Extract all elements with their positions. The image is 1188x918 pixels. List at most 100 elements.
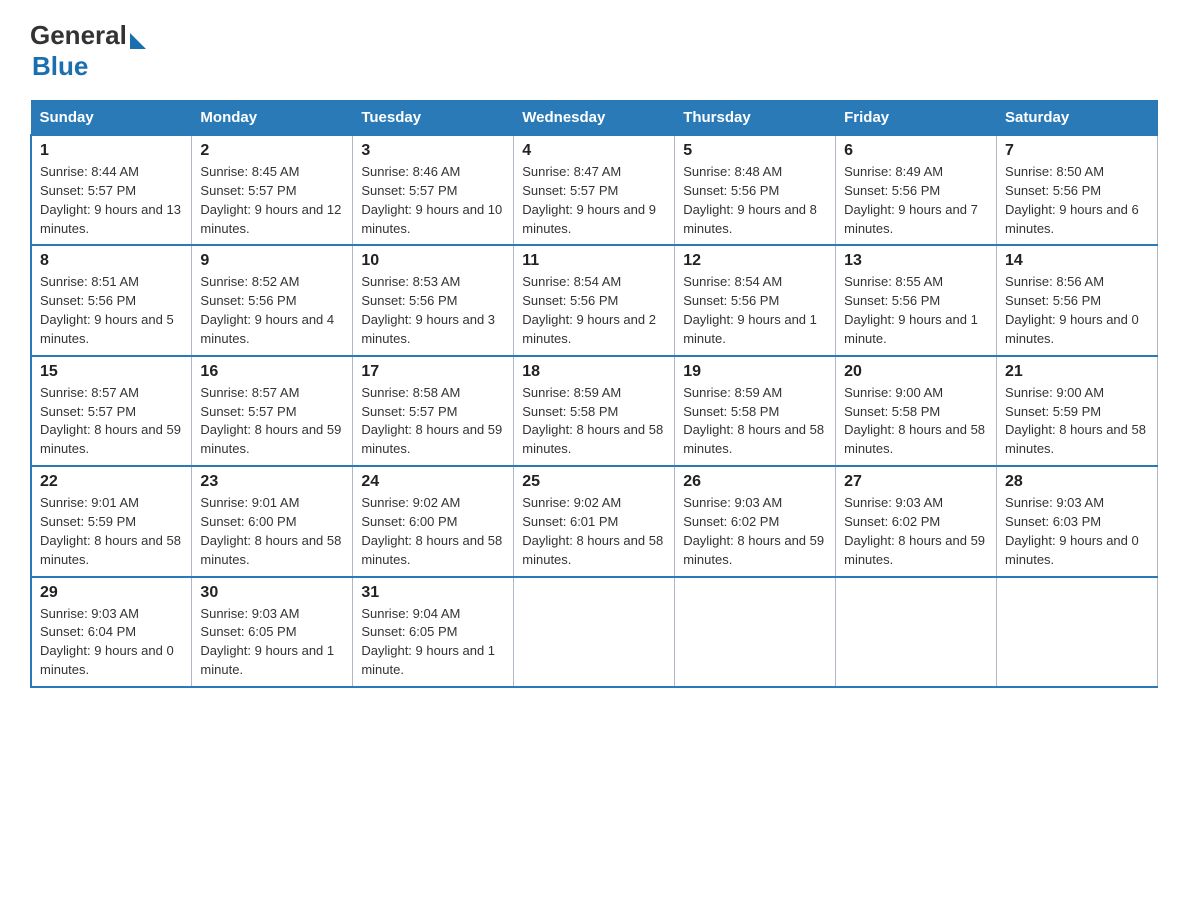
calendar-cell: [514, 577, 675, 687]
calendar-week-row: 1 Sunrise: 8:44 AMSunset: 5:57 PMDayligh…: [31, 135, 1158, 245]
day-info: Sunrise: 8:58 AMSunset: 5:57 PMDaylight:…: [361, 385, 502, 457]
day-info: Sunrise: 9:03 AMSunset: 6:02 PMDaylight:…: [683, 495, 824, 567]
day-number: 18: [522, 363, 666, 381]
day-number: 5: [683, 142, 827, 160]
calendar-cell: 17 Sunrise: 8:58 AMSunset: 5:57 PMDaylig…: [353, 356, 514, 466]
calendar-cell: 23 Sunrise: 9:01 AMSunset: 6:00 PMDaylig…: [192, 466, 353, 576]
day-number: 4: [522, 142, 666, 160]
day-info: Sunrise: 8:47 AMSunset: 5:57 PMDaylight:…: [522, 164, 656, 236]
day-number: 12: [683, 252, 827, 270]
logo-triangle-icon: [130, 33, 146, 49]
day-number: 9: [200, 252, 344, 270]
day-info: Sunrise: 8:55 AMSunset: 5:56 PMDaylight:…: [844, 274, 978, 346]
day-info: Sunrise: 9:01 AMSunset: 5:59 PMDaylight:…: [40, 495, 181, 567]
calendar-cell: 12 Sunrise: 8:54 AMSunset: 5:56 PMDaylig…: [675, 245, 836, 355]
calendar-cell: 26 Sunrise: 9:03 AMSunset: 6:02 PMDaylig…: [675, 466, 836, 576]
day-info: Sunrise: 8:54 AMSunset: 5:56 PMDaylight:…: [522, 274, 656, 346]
calendar-cell: [675, 577, 836, 687]
day-info: Sunrise: 8:56 AMSunset: 5:56 PMDaylight:…: [1005, 274, 1139, 346]
day-number: 20: [844, 363, 988, 381]
day-number: 7: [1005, 142, 1149, 160]
weekday-header-friday: Friday: [836, 101, 997, 136]
calendar-cell: 25 Sunrise: 9:02 AMSunset: 6:01 PMDaylig…: [514, 466, 675, 576]
calendar-week-row: 29 Sunrise: 9:03 AMSunset: 6:04 PMDaylig…: [31, 577, 1158, 687]
weekday-header-tuesday: Tuesday: [353, 101, 514, 136]
calendar-cell: 22 Sunrise: 9:01 AMSunset: 5:59 PMDaylig…: [31, 466, 192, 576]
calendar-cell: 4 Sunrise: 8:47 AMSunset: 5:57 PMDayligh…: [514, 135, 675, 245]
day-number: 23: [200, 473, 344, 491]
calendar-cell: 6 Sunrise: 8:49 AMSunset: 5:56 PMDayligh…: [836, 135, 997, 245]
day-info: Sunrise: 9:02 AMSunset: 6:01 PMDaylight:…: [522, 495, 663, 567]
day-number: 21: [1005, 363, 1149, 381]
calendar-cell: 28 Sunrise: 9:03 AMSunset: 6:03 PMDaylig…: [997, 466, 1158, 576]
logo-blue-text: Blue: [32, 51, 88, 82]
weekday-header-sunday: Sunday: [31, 101, 192, 136]
day-info: Sunrise: 8:57 AMSunset: 5:57 PMDaylight:…: [40, 385, 181, 457]
logo-general-text: General: [30, 20, 127, 51]
weekday-header-thursday: Thursday: [675, 101, 836, 136]
calendar-cell: 29 Sunrise: 9:03 AMSunset: 6:04 PMDaylig…: [31, 577, 192, 687]
day-info: Sunrise: 8:53 AMSunset: 5:56 PMDaylight:…: [361, 274, 495, 346]
calendar-cell: 31 Sunrise: 9:04 AMSunset: 6:05 PMDaylig…: [353, 577, 514, 687]
calendar-cell: 20 Sunrise: 9:00 AMSunset: 5:58 PMDaylig…: [836, 356, 997, 466]
calendar-cell: 3 Sunrise: 8:46 AMSunset: 5:57 PMDayligh…: [353, 135, 514, 245]
weekday-header-monday: Monday: [192, 101, 353, 136]
calendar-table: SundayMondayTuesdayWednesdayThursdayFrid…: [30, 100, 1158, 688]
day-number: 25: [522, 473, 666, 491]
day-info: Sunrise: 8:45 AMSunset: 5:57 PMDaylight:…: [200, 164, 341, 236]
day-number: 16: [200, 363, 344, 381]
calendar-cell: [997, 577, 1158, 687]
page-header: General Blue: [30, 20, 1158, 82]
day-number: 14: [1005, 252, 1149, 270]
day-info: Sunrise: 9:00 AMSunset: 5:59 PMDaylight:…: [1005, 385, 1146, 457]
day-number: 31: [361, 584, 505, 602]
day-info: Sunrise: 9:02 AMSunset: 6:00 PMDaylight:…: [361, 495, 502, 567]
calendar-week-row: 22 Sunrise: 9:01 AMSunset: 5:59 PMDaylig…: [31, 466, 1158, 576]
calendar-cell: 27 Sunrise: 9:03 AMSunset: 6:02 PMDaylig…: [836, 466, 997, 576]
calendar-cell: 24 Sunrise: 9:02 AMSunset: 6:00 PMDaylig…: [353, 466, 514, 576]
day-info: Sunrise: 8:52 AMSunset: 5:56 PMDaylight:…: [200, 274, 334, 346]
calendar-week-row: 8 Sunrise: 8:51 AMSunset: 5:56 PMDayligh…: [31, 245, 1158, 355]
day-number: 29: [40, 584, 183, 602]
day-number: 30: [200, 584, 344, 602]
calendar-cell: 18 Sunrise: 8:59 AMSunset: 5:58 PMDaylig…: [514, 356, 675, 466]
calendar-cell: 5 Sunrise: 8:48 AMSunset: 5:56 PMDayligh…: [675, 135, 836, 245]
day-number: 2: [200, 142, 344, 160]
calendar-week-row: 15 Sunrise: 8:57 AMSunset: 5:57 PMDaylig…: [31, 356, 1158, 466]
day-info: Sunrise: 8:57 AMSunset: 5:57 PMDaylight:…: [200, 385, 341, 457]
day-info: Sunrise: 9:03 AMSunset: 6:05 PMDaylight:…: [200, 606, 334, 678]
day-number: 27: [844, 473, 988, 491]
calendar-cell: 16 Sunrise: 8:57 AMSunset: 5:57 PMDaylig…: [192, 356, 353, 466]
day-info: Sunrise: 8:51 AMSunset: 5:56 PMDaylight:…: [40, 274, 174, 346]
day-info: Sunrise: 8:59 AMSunset: 5:58 PMDaylight:…: [683, 385, 824, 457]
day-info: Sunrise: 8:46 AMSunset: 5:57 PMDaylight:…: [361, 164, 502, 236]
day-number: 6: [844, 142, 988, 160]
day-number: 28: [1005, 473, 1149, 491]
calendar-cell: 30 Sunrise: 9:03 AMSunset: 6:05 PMDaylig…: [192, 577, 353, 687]
logo: General Blue: [30, 20, 146, 82]
day-number: 8: [40, 252, 183, 270]
day-info: Sunrise: 9:03 AMSunset: 6:04 PMDaylight:…: [40, 606, 174, 678]
calendar-cell: 11 Sunrise: 8:54 AMSunset: 5:56 PMDaylig…: [514, 245, 675, 355]
calendar-cell: 14 Sunrise: 8:56 AMSunset: 5:56 PMDaylig…: [997, 245, 1158, 355]
day-info: Sunrise: 8:59 AMSunset: 5:58 PMDaylight:…: [522, 385, 663, 457]
calendar-cell: [836, 577, 997, 687]
day-number: 26: [683, 473, 827, 491]
weekday-header-row: SundayMondayTuesdayWednesdayThursdayFrid…: [31, 101, 1158, 136]
day-info: Sunrise: 9:04 AMSunset: 6:05 PMDaylight:…: [361, 606, 495, 678]
day-info: Sunrise: 8:48 AMSunset: 5:56 PMDaylight:…: [683, 164, 817, 236]
day-info: Sunrise: 8:54 AMSunset: 5:56 PMDaylight:…: [683, 274, 817, 346]
weekday-header-wednesday: Wednesday: [514, 101, 675, 136]
weekday-header-saturday: Saturday: [997, 101, 1158, 136]
day-info: Sunrise: 9:03 AMSunset: 6:02 PMDaylight:…: [844, 495, 985, 567]
day-number: 10: [361, 252, 505, 270]
calendar-cell: 8 Sunrise: 8:51 AMSunset: 5:56 PMDayligh…: [31, 245, 192, 355]
day-number: 13: [844, 252, 988, 270]
day-info: Sunrise: 9:01 AMSunset: 6:00 PMDaylight:…: [200, 495, 341, 567]
day-number: 17: [361, 363, 505, 381]
day-info: Sunrise: 9:03 AMSunset: 6:03 PMDaylight:…: [1005, 495, 1139, 567]
calendar-cell: 1 Sunrise: 8:44 AMSunset: 5:57 PMDayligh…: [31, 135, 192, 245]
day-info: Sunrise: 9:00 AMSunset: 5:58 PMDaylight:…: [844, 385, 985, 457]
calendar-cell: 9 Sunrise: 8:52 AMSunset: 5:56 PMDayligh…: [192, 245, 353, 355]
calendar-cell: 21 Sunrise: 9:00 AMSunset: 5:59 PMDaylig…: [997, 356, 1158, 466]
